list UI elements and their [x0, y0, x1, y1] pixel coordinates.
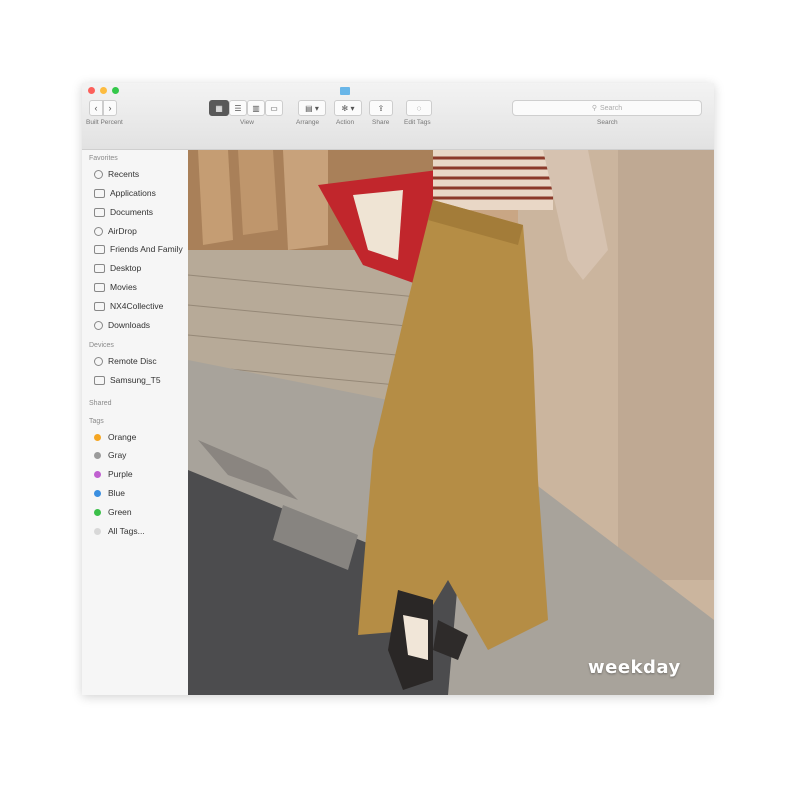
- weekday-watermark: weekday: [588, 657, 681, 678]
- sidebar-item-documents[interactable]: Documents: [94, 207, 153, 217]
- sidebar-item-recents[interactable]: Recents: [94, 169, 139, 179]
- tag-blue[interactable]: Blue: [94, 488, 125, 498]
- sidebar: Favorites Recents Applications Documents…: [82, 150, 189, 695]
- applications-icon: [94, 188, 105, 198]
- search-field[interactable]: ⚲ Search: [512, 100, 702, 116]
- minimize-button[interactable]: [100, 87, 107, 94]
- back-button[interactable]: ‹: [89, 100, 103, 116]
- sidebar-item-label: Samsung_T5: [110, 375, 161, 385]
- sidebar-item-label: AirDrop: [108, 226, 137, 236]
- sidebar-item-samsung-t5[interactable]: Samsung_T5: [94, 375, 161, 385]
- desktop-icon: [94, 263, 105, 273]
- sidebar-item-label: Friends And Family: [110, 244, 183, 254]
- tag-label: Blue: [108, 488, 126, 498]
- disc-icon: [94, 356, 103, 366]
- tags-header: Tags: [89, 418, 104, 425]
- column-view-button[interactable]: ▥: [247, 100, 265, 116]
- tag-color-dot: [94, 527, 101, 535]
- content-photo: [188, 150, 714, 695]
- documents-icon: [94, 207, 105, 217]
- share-label: Share: [372, 119, 390, 126]
- list-view-button[interactable]: ☰: [229, 100, 247, 116]
- downloads-icon: [94, 320, 103, 330]
- photo-scene: [188, 150, 714, 695]
- arrange-button[interactable]: ▤ ▾: [298, 100, 326, 116]
- sidebar-item-label: Documents: [110, 207, 153, 217]
- share-button[interactable]: ⇪: [369, 100, 393, 116]
- gallery-view-button[interactable]: ▭: [265, 100, 283, 116]
- shared-header: Shared: [89, 400, 112, 407]
- sidebar-item-airdrop[interactable]: AirDrop: [94, 226, 137, 236]
- view-label: View: [240, 119, 254, 126]
- tag-color-dot: [94, 451, 101, 459]
- sidebar-item-nx4collective[interactable]: NX4Collective: [94, 301, 163, 311]
- icon-view-button[interactable]: ▦: [209, 100, 229, 116]
- movies-icon: [94, 282, 105, 292]
- zoom-button[interactable]: [112, 87, 119, 94]
- sidebar-item-friends-and-family[interactable]: Friends And Family: [94, 244, 183, 254]
- tag-green[interactable]: Green: [94, 507, 132, 517]
- devices-header: Devices: [89, 342, 114, 349]
- drive-icon: [94, 375, 105, 385]
- search-label: Search: [597, 119, 618, 126]
- finder-window: ‹ › Built Percent ▦ ☰ ▥ ▭ View ▤ ▾ Arran…: [82, 83, 714, 695]
- close-button[interactable]: [88, 87, 95, 94]
- action-label: Action: [336, 119, 355, 126]
- title-bar: ‹ › Built Percent ▦ ☰ ▥ ▭ View ▤ ▾ Arran…: [82, 83, 714, 150]
- favorites-header: Favorites: [89, 155, 118, 162]
- tag-label: Green: [108, 507, 132, 517]
- clock-icon: [94, 169, 103, 179]
- folder-icon: [94, 301, 105, 311]
- tag-color-dot: [94, 470, 101, 478]
- tag-orange[interactable]: Orange: [94, 432, 136, 442]
- tag-all-tags[interactable]: All Tags...: [94, 526, 145, 536]
- tag-gray[interactable]: Gray: [94, 450, 126, 460]
- sidebar-item-label: Movies: [110, 282, 137, 292]
- tag-color-dot: [94, 433, 101, 441]
- tag-color-dot: [94, 508, 101, 516]
- sidebar-item-label: Applications: [110, 188, 156, 198]
- sidebar-item-label: Remote Disc: [108, 356, 157, 366]
- search-icon: ⚲: [591, 105, 597, 112]
- folder-icon: [94, 244, 105, 254]
- action-button[interactable]: ✻ ▾: [334, 100, 362, 116]
- tag-label: Gray: [108, 450, 127, 460]
- sidebar-item-remote-disc[interactable]: Remote Disc: [94, 356, 157, 366]
- arrange-label: Arrange: [296, 119, 320, 126]
- edit-tags-label: Edit Tags: [404, 119, 431, 126]
- sidebar-item-label: Recents: [108, 169, 140, 179]
- sidebar-item-label: Desktop: [110, 263, 142, 273]
- edit-tags-button[interactable]: ◌: [406, 100, 432, 116]
- sidebar-item-applications[interactable]: Applications: [94, 188, 156, 198]
- tag-label: Purple: [108, 469, 133, 479]
- forward-button[interactable]: ›: [103, 100, 117, 116]
- tag-color-dot: [94, 489, 101, 497]
- folder-icon: [340, 87, 350, 95]
- sidebar-item-desktop[interactable]: Desktop: [94, 263, 141, 273]
- airdrop-icon: [94, 226, 103, 236]
- sidebar-item-label: Downloads: [108, 320, 151, 330]
- tag-purple[interactable]: Purple: [94, 469, 133, 479]
- tag-label: All Tags...: [108, 526, 145, 536]
- sidebar-item-label: NX4Collective: [110, 301, 164, 311]
- sidebar-item-movies[interactable]: Movies: [94, 282, 137, 292]
- tag-label: Orange: [108, 432, 137, 442]
- traffic-lights: [88, 87, 119, 94]
- sidebar-item-downloads[interactable]: Downloads: [94, 320, 150, 330]
- folder-title: Built Percent: [86, 119, 123, 126]
- search-placeholder: Search: [599, 104, 623, 112]
